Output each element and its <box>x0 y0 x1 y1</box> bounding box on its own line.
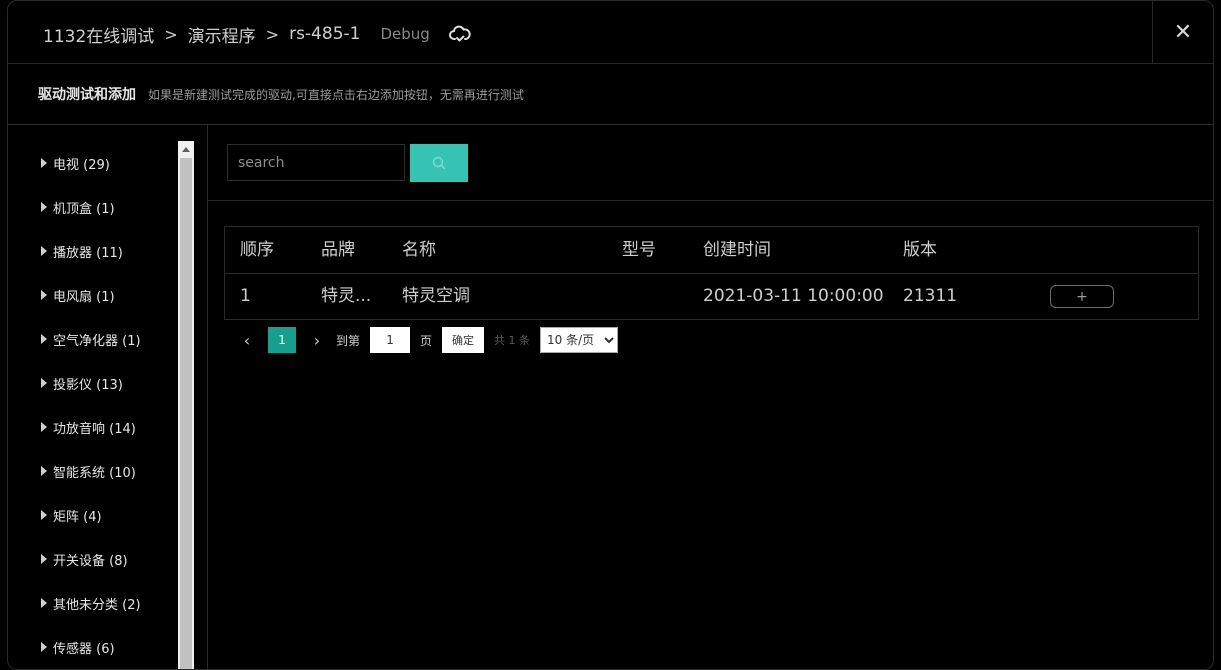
category-label: 投影仪 (13) <box>53 377 123 393</box>
col-header-model: 型号 <box>622 240 656 260</box>
sidebar-scrollbar[interactable] <box>178 141 194 669</box>
category-label: 传感器 (6) <box>53 641 115 657</box>
dialog: 1132在线调试 > 演示程序 > rs-485-1 Debug ✕ 驱动测试和… <box>7 0 1214 670</box>
category-label: 开关设备 (8) <box>53 553 128 569</box>
caret-right-icon <box>41 246 47 256</box>
breadcrumb-item-device[interactable]: 1132在线调试 <box>43 22 154 47</box>
goto-confirm-button[interactable]: 确定 <box>442 327 485 353</box>
category-item-amplifier[interactable]: 功放音响 (14) <box>41 405 141 449</box>
arrow-up-icon <box>182 146 190 152</box>
category-sidebar: 电视 (29) 机顶盒 (1) 播放器 (11) 电风扇 (1) 空气净化器 (… <box>8 125 208 669</box>
search-icon <box>432 156 446 170</box>
caret-right-icon <box>41 290 47 300</box>
caret-right-icon <box>41 598 47 608</box>
dialog-header: 1132在线调试 > 演示程序 > rs-485-1 Debug ✕ <box>8 1 1213 64</box>
caret-right-icon <box>41 378 47 388</box>
page-size-select[interactable]: 10 条/页 <box>540 327 619 353</box>
category-label: 播放器 (11) <box>53 245 123 261</box>
page-1-button[interactable]: 1 <box>268 327 296 353</box>
category-label: 智能系统 (10) <box>53 465 136 481</box>
cell-brand: 特灵... <box>321 286 372 306</box>
category-item-projector[interactable]: 投影仪 (13) <box>41 361 141 405</box>
category-label: 其他未分类 (2) <box>53 597 141 613</box>
breadcrumb-item-port[interactable]: rs-485-1 <box>289 24 360 44</box>
caret-right-icon <box>41 334 47 344</box>
category-label: 电风扇 (1) <box>53 289 115 305</box>
driver-table: 顺序 品牌 名称 型号 创建时间 版本 1 特灵... 特灵空调 2021-03… <box>224 226 1199 320</box>
close-button[interactable]: ✕ <box>1152 1 1213 63</box>
category-item-smart-system[interactable]: 智能系统 (10) <box>41 449 141 493</box>
pagination: ‹ 1 › 到第 页 确定 共 1 条 10 条/页 <box>236 327 619 353</box>
category-item-player[interactable]: 播放器 (11) <box>41 229 141 273</box>
cell-name: 特灵空调 <box>402 286 470 306</box>
cell-order: 1 <box>240 286 251 306</box>
cell-version: 21311 <box>903 286 958 306</box>
caret-right-icon <box>41 202 47 212</box>
col-header-order: 顺序 <box>240 240 274 260</box>
category-item-fan[interactable]: 电风扇 (1) <box>41 273 141 317</box>
col-header-version: 版本 <box>903 240 937 260</box>
caret-right-icon <box>41 642 47 652</box>
cell-created: 2021-03-11 10:00:00 <box>703 286 884 306</box>
category-label: 空气净化器 (1) <box>53 333 141 349</box>
page-unit-label: 页 <box>420 333 433 348</box>
category-label: 功放音响 (14) <box>53 421 136 437</box>
caret-right-icon <box>41 422 47 432</box>
table-header: 顺序 品牌 名称 型号 创建时间 版本 <box>225 227 1198 274</box>
category-list: 电视 (29) 机顶盒 (1) 播放器 (11) 电风扇 (1) 空气净化器 (… <box>41 141 141 669</box>
category-item-tv[interactable]: 电视 (29) <box>41 141 141 185</box>
category-label: 矩阵 (4) <box>53 509 102 525</box>
caret-right-icon <box>41 158 47 168</box>
next-page-button[interactable]: › <box>306 331 328 350</box>
category-label: 电视 (29) <box>53 157 110 173</box>
caret-right-icon <box>41 466 47 476</box>
scrollbar-thumb[interactable] <box>180 158 192 669</box>
category-item-other[interactable]: 其他未分类 (2) <box>41 581 141 625</box>
prev-page-button[interactable]: ‹ <box>236 331 258 350</box>
chevron-right-icon: > <box>164 24 178 44</box>
goto-page-input[interactable] <box>370 327 411 353</box>
category-item-sensor[interactable]: 传感器 (6) <box>41 625 141 669</box>
search-button[interactable] <box>410 144 468 182</box>
search-bar <box>208 125 1213 201</box>
table-row[interactable]: 1 特灵... 特灵空调 2021-03-11 10:00:00 21311 + <box>225 273 1198 319</box>
breadcrumb-item-program[interactable]: 演示程序 <box>188 22 256 47</box>
search-input[interactable] <box>227 144 405 181</box>
category-item-matrix[interactable]: 矩阵 (4) <box>41 493 141 537</box>
section-title: 驱动测试和添加 <box>38 87 136 103</box>
caret-right-icon <box>41 510 47 520</box>
category-label: 机顶盒 (1) <box>53 201 115 217</box>
chevron-right-icon: > <box>265 24 280 44</box>
col-header-created: 创建时间 <box>703 240 771 260</box>
col-header-name: 名称 <box>402 240 436 260</box>
category-item-switch-device[interactable]: 开关设备 (8) <box>41 537 141 581</box>
category-item-air-purifier[interactable]: 空气净化器 (1) <box>41 317 141 361</box>
cloud-check-icon[interactable] <box>448 22 472 46</box>
plus-icon: + <box>1076 288 1088 305</box>
section-hint: 如果是新建测试完成的驱动,可直接点击右边添加按钮，无需再进行测试 <box>148 87 524 102</box>
mode-tag: Debug <box>380 25 430 43</box>
main-panel: 顺序 品牌 名称 型号 创建时间 版本 1 特灵... 特灵空调 2021-03… <box>208 125 1213 669</box>
total-count: 共 1 条 <box>494 334 531 347</box>
close-icon: ✕ <box>1173 19 1193 45</box>
add-driver-button[interactable]: + <box>1050 285 1114 308</box>
section-header: 驱动测试和添加 如果是新建测试完成的驱动,可直接点击右边添加按钮，无需再进行测试 <box>8 64 1213 125</box>
category-item-set-top-box[interactable]: 机顶盒 (1) <box>41 185 141 229</box>
col-header-brand: 品牌 <box>321 240 355 260</box>
scroll-up-button[interactable] <box>178 141 194 157</box>
goto-label: 到第 <box>336 333 361 348</box>
breadcrumb: 1132在线调试 > 演示程序 > rs-485-1 Debug <box>43 22 472 47</box>
caret-right-icon <box>41 554 47 564</box>
